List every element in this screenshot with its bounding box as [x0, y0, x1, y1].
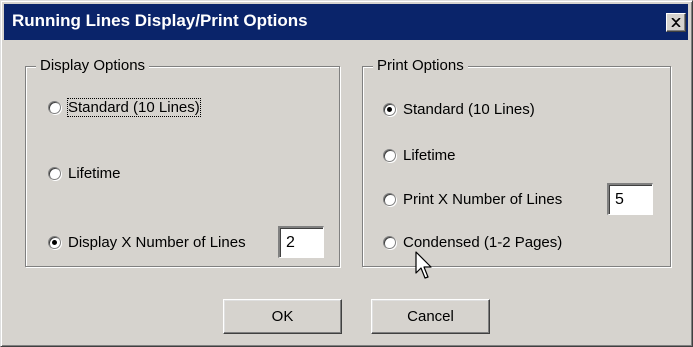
options-dialog: Running Lines Display/Print Options Disp… — [0, 0, 693, 347]
print-lines-input[interactable] — [607, 183, 653, 215]
print-lifetime-radio[interactable] — [383, 149, 396, 162]
display-x-lines-radio[interactable] — [48, 236, 61, 249]
display-lifetime-label[interactable]: Lifetime — [68, 165, 121, 182]
display-x-lines-option[interactable]: Display X Number of Lines — [48, 234, 246, 251]
close-button[interactable] — [666, 13, 686, 32]
print-standard-radio[interactable] — [383, 103, 396, 116]
print-x-lines-option[interactable]: Print X Number of Lines — [383, 191, 562, 208]
print-condensed-radio[interactable] — [383, 236, 396, 249]
close-icon — [671, 18, 681, 27]
display-standard-option[interactable]: Standard (10 Lines) — [48, 98, 201, 117]
window-title: Running Lines Display/Print Options — [12, 11, 308, 30]
print-x-lines-radio[interactable] — [383, 193, 396, 206]
print-options-group: Print Options Standard (10 Lines) Lifeti… — [362, 57, 671, 267]
display-x-lines-label[interactable]: Display X Number of Lines — [68, 234, 246, 251]
print-lifetime-option[interactable]: Lifetime — [383, 147, 456, 164]
print-options-legend: Print Options — [373, 57, 468, 74]
display-lifetime-option[interactable]: Lifetime — [48, 165, 121, 182]
display-options-legend: Display Options — [36, 57, 150, 74]
cancel-button[interactable]: Cancel — [371, 299, 490, 334]
display-lines-input[interactable] — [278, 226, 324, 258]
display-options-group: Display Options Standard (10 Lines) Life… — [25, 57, 340, 267]
print-lifetime-label[interactable]: Lifetime — [403, 147, 456, 164]
mouse-pointer-icon — [415, 251, 432, 279]
print-standard-label[interactable]: Standard (10 Lines) — [403, 101, 535, 118]
print-condensed-option[interactable]: Condensed (1-2 Pages) — [383, 234, 562, 251]
print-x-lines-label[interactable]: Print X Number of Lines — [403, 191, 562, 208]
ok-button[interactable]: OK — [223, 299, 342, 334]
title-bar[interactable]: Running Lines Display/Print Options — [4, 4, 688, 40]
print-condensed-label[interactable]: Condensed (1-2 Pages) — [403, 234, 562, 251]
display-standard-label[interactable]: Standard (10 Lines) — [67, 98, 201, 117]
display-lifetime-radio[interactable] — [48, 167, 61, 180]
display-standard-radio[interactable] — [48, 101, 61, 114]
print-standard-option[interactable]: Standard (10 Lines) — [383, 101, 535, 118]
